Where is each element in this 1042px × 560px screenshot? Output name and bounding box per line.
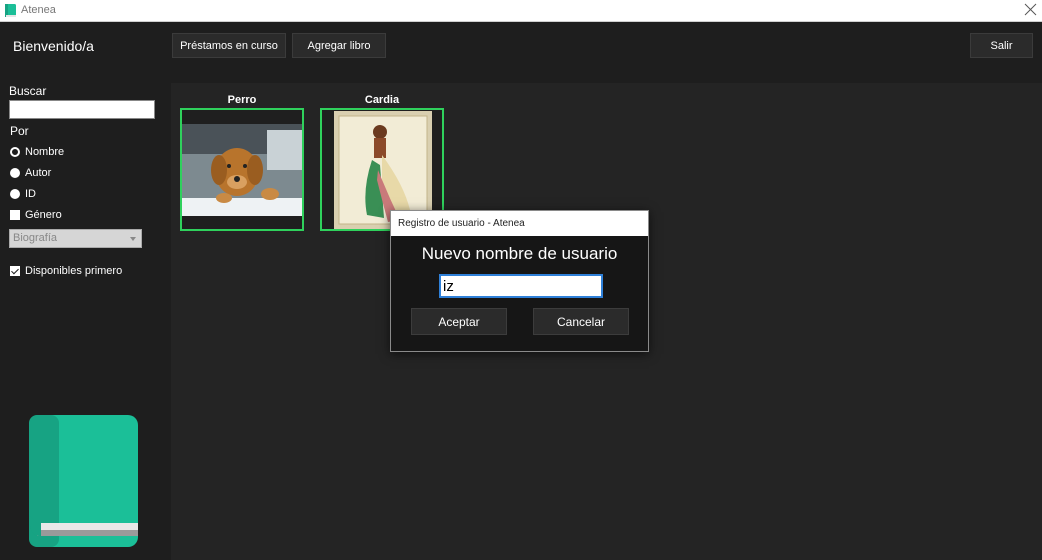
option-nombre[interactable]: Nombre [10, 144, 64, 160]
genre-select-value: Biografía [13, 232, 58, 244]
radio-icon[interactable] [10, 168, 20, 178]
search-input[interactable] [9, 100, 155, 119]
loans-button[interactable]: Préstamos en curso [172, 33, 286, 58]
checkbox-icon[interactable] [10, 210, 20, 220]
dog-photo [182, 110, 302, 229]
option-id[interactable]: ID [10, 186, 36, 202]
book-title: Perro [227, 94, 257, 106]
radio-icon[interactable] [10, 189, 20, 199]
chevron-down-icon [130, 237, 136, 241]
dialog-titlebar: Registro de usuario - Atenea [391, 211, 648, 236]
book-cover[interactable] [180, 108, 304, 231]
search-by-label: Por [10, 124, 29, 138]
book-logo-icon [29, 415, 138, 547]
exit-button[interactable]: Salir [970, 33, 1033, 58]
search-label: Buscar [9, 84, 47, 98]
sidebar: Bienvenido/a Buscar Por Nombre Autor ID … [0, 22, 170, 560]
option-autor-label: Autor [25, 167, 52, 179]
genre-select[interactable]: Biografía [9, 229, 142, 248]
option-id-label: ID [25, 188, 36, 200]
welcome-label: Bienvenido/a [13, 38, 94, 54]
option-nombre-label: Nombre [25, 146, 65, 158]
add-book-button[interactable]: Agregar libro [292, 33, 386, 58]
option-autor[interactable]: Autor [10, 165, 51, 181]
window-titlebar: Atenea [0, 0, 1042, 22]
genre-checkbox[interactable]: Género [10, 207, 62, 223]
cancel-button[interactable]: Cancelar [533, 308, 629, 335]
window-title: Atenea [21, 4, 56, 16]
available-first-label: Disponibles primero [25, 265, 123, 277]
book-title: Cardia [364, 94, 400, 106]
username-input[interactable] [439, 274, 603, 298]
app-book-icon [5, 4, 16, 17]
radio-selected-icon[interactable] [10, 147, 20, 157]
dialog-heading: Nuevo nombre de usuario [421, 244, 618, 263]
dialog-title: Registro de usuario - Atenea [398, 218, 525, 229]
accept-button[interactable]: Aceptar [411, 308, 507, 335]
checkbox-checked-icon[interactable] [10, 266, 20, 276]
available-first-checkbox[interactable]: Disponibles primero [10, 263, 122, 279]
user-registration-dialog: Registro de usuario - Atenea Nuevo nombr… [390, 210, 649, 352]
close-icon[interactable] [1024, 3, 1037, 16]
genre-label: Género [25, 209, 62, 221]
